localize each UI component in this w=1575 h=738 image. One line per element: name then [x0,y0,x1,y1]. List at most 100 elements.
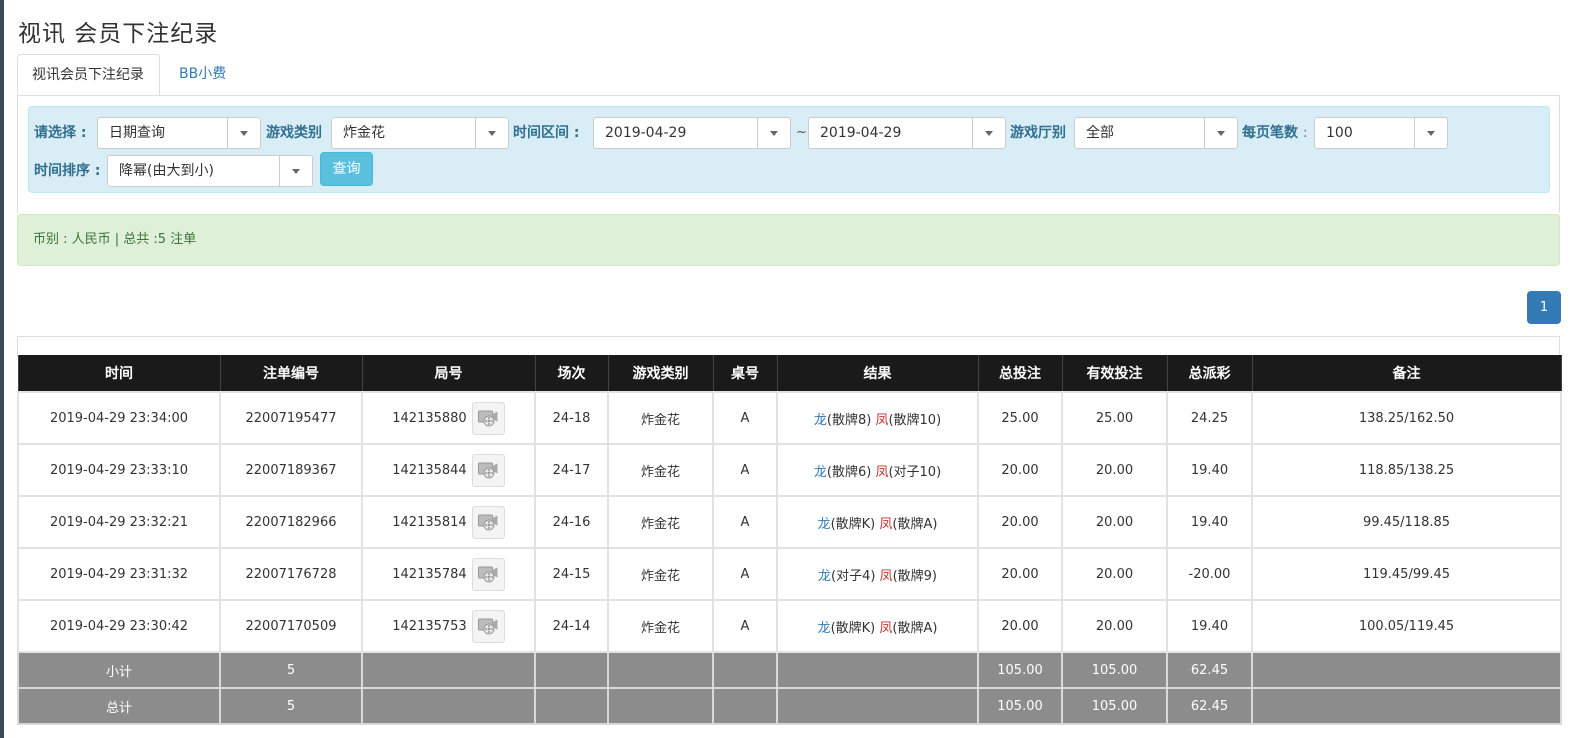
bet-id: 22007170509 [219,599,363,653]
session: 24-17 [534,443,609,497]
col-header-note: 备注 [1251,355,1562,393]
table-row: 2019-04-29 23:31:32 22007176728 142135784 2… [17,547,1562,601]
round-cell: 142135753 [361,599,536,653]
round-number: 142135753 [392,618,467,634]
result-cell: 龙(散牌K) 凤(散牌A) [776,599,979,653]
empty-cell [712,651,778,689]
tab-bb-tips[interactable]: BB小费 [165,54,255,95]
bet-id: 22007182966 [219,495,363,549]
dragon-hand: (散牌6) [826,464,876,480]
phoenix-label: 凤 [875,412,889,428]
col-header-game: 游戏类别 [607,355,714,393]
caret-down-icon [227,118,260,148]
total-bet: 25.00 [977,391,1063,445]
dragon-hand: (对子4) [831,568,880,584]
table-number: A [712,443,778,497]
hall-label: 游戏厅别 [1010,125,1066,141]
game-type-select[interactable]: 炸金花 [331,117,509,149]
valid-bet: 20.00 [1061,547,1168,601]
session: 24-18 [534,391,609,445]
note: 118.85/138.25 [1251,443,1562,497]
phoenix-hand: (散牌10) [888,412,942,428]
dragon-label: 龙 [813,464,827,480]
caret-down-icon [972,118,1005,148]
empty-cell [1251,687,1562,725]
hall-value: 全部 [1086,125,1114,141]
payout: 19.40 [1166,495,1253,549]
empty-cell [607,651,714,689]
dragon-hand: (散牌K) [830,620,880,636]
result-cell: 龙(散牌8) 凤(散牌10) [776,391,979,445]
valid-bet: 20.00 [1061,495,1168,549]
summary-alert: 币别 : 人民币 | 总共 :5 注单 [17,214,1560,266]
empty-cell [534,687,609,725]
valid-bet: 20.00 [1061,443,1168,497]
note: 99.45/118.85 [1251,495,1562,549]
date-to-value: 2019-04-29 [820,125,902,141]
query-button[interactable]: 查询 [320,152,373,186]
per-page-label: 每页笔数 : [1242,117,1308,149]
query-mode-value: 日期查询 [109,125,165,141]
session: 24-14 [534,599,609,653]
phoenix-label: 凤 [875,464,889,480]
empty-cell [534,651,609,689]
table-row: 2019-04-29 23:32:21 22007182966 142135814 2… [17,495,1562,549]
bet-records-table: 时间 注单编号 局号 场次 游戏类别 桌号 结果 总投注 有效投注 总派彩 备注… [17,355,1562,725]
phoenix-hand: (散牌A) [892,516,938,532]
sort-label: 时间排序 : [34,163,101,179]
pagination-page-1[interactable]: 1 [1527,291,1561,324]
phoenix-label: 凤 [879,516,893,532]
per-page-select[interactable]: 100 [1314,117,1448,149]
total-row: 总计 5 105.00 105.00 62.45 [17,687,1562,725]
phoenix-hand: (对子10) [888,464,942,480]
video-replay-icon[interactable] [471,453,505,487]
hall-select[interactable]: 全部 [1074,117,1238,149]
bet-id: 22007189367 [219,443,363,497]
payout: 24.25 [1166,391,1253,445]
tab-bet-records[interactable]: 视讯会员下注纪录 [17,54,160,95]
session: 24-15 [534,547,609,601]
result-cell: 龙(散牌K) 凤(散牌A) [776,495,979,549]
total-bet: 20.00 [977,443,1063,497]
query-mode-select[interactable]: 日期查询 [97,117,261,149]
date-from-select[interactable]: 2019-04-29 [593,117,791,149]
caret-down-icon [475,118,508,148]
subtotal-label: 小计 [17,651,221,689]
total-total-bet: 105.00 [977,687,1063,725]
sort-select[interactable]: 降幂(由大到小) [107,155,313,187]
caret-down-icon [1414,118,1447,148]
game-type-label: 游戏类别 [266,125,322,141]
bet-time: 2019-04-29 23:31:32 [17,547,221,601]
video-replay-icon[interactable] [471,505,505,539]
dragon-label: 龙 [813,412,827,428]
total-label: 总计 [17,687,221,725]
filter-bar: 请选择 : 日期查询 游戏类别 炸金花 时间区间 : 2019-04-29 ~ … [28,106,1550,193]
game-type: 炸金花 [607,495,714,549]
date-to-select[interactable]: 2019-04-29 [808,117,1006,149]
dragon-hand: (散牌8) [826,412,876,428]
table-header-row: 时间 注单编号 局号 场次 游戏类别 桌号 结果 总投注 有效投注 总派彩 备注 [17,355,1562,393]
dragon-hand: (散牌K) [830,516,880,532]
col-header-result: 结果 [776,355,979,393]
col-header-time: 时间 [17,355,221,393]
caret-down-icon [1204,118,1237,148]
bet-time: 2019-04-29 23:32:21 [17,495,221,549]
game-type: 炸金花 [607,599,714,653]
left-edge-bar [0,0,4,738]
per-page-label-text: 每页笔数 [1242,125,1298,141]
result-cell: 龙(散牌6) 凤(对子10) [776,443,979,497]
table-row: 2019-04-29 23:33:10 22007189367 142135844 2… [17,443,1562,497]
video-replay-icon[interactable] [471,401,505,435]
empty-cell [776,687,979,725]
col-header-total-bet: 总投注 [977,355,1063,393]
caret-down-icon [279,156,312,186]
payout: 19.40 [1166,443,1253,497]
per-page-value: 100 [1326,125,1353,141]
total-payout: 62.45 [1166,687,1253,725]
col-header-session: 场次 [534,355,609,393]
video-replay-icon[interactable] [471,609,505,643]
table-number: A [712,495,778,549]
empty-cell [361,687,536,725]
total-bet: 20.00 [977,495,1063,549]
video-replay-icon[interactable] [471,557,505,591]
